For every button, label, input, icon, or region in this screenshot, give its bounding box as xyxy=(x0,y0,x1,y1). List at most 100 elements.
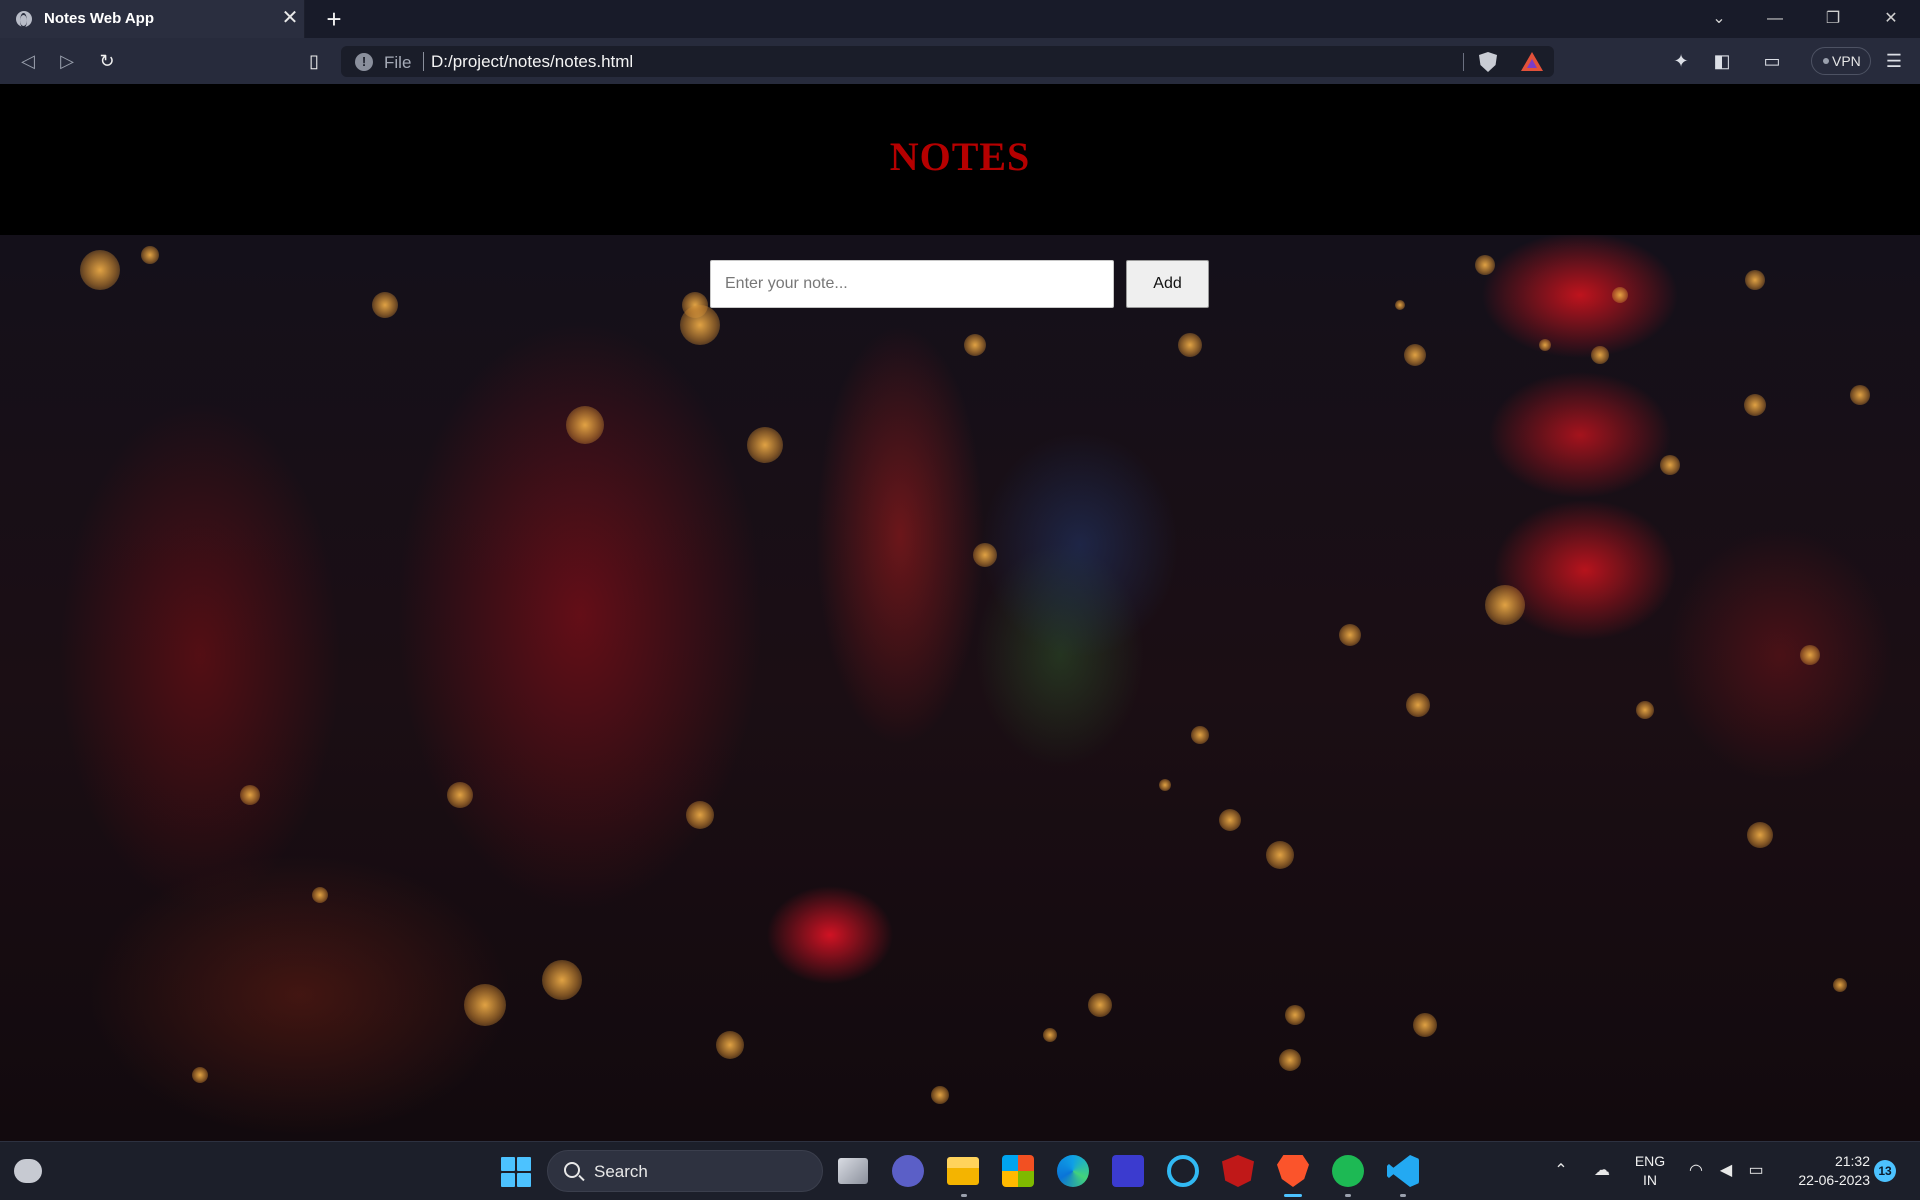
spotify-icon[interactable] xyxy=(1332,1155,1364,1187)
bokeh-light xyxy=(1159,779,1171,791)
brave-rewards-icon[interactable] xyxy=(1521,52,1543,71)
close-window-button[interactable]: ✕ xyxy=(1868,0,1914,38)
running-indicator xyxy=(1345,1194,1351,1197)
bokeh-light xyxy=(747,427,783,463)
bokeh-light xyxy=(964,334,986,356)
bokeh-light xyxy=(931,1086,949,1104)
extensions-icon[interactable]: ✦ xyxy=(1668,48,1694,74)
bokeh-light xyxy=(1088,993,1112,1017)
bokeh-light xyxy=(192,1067,208,1083)
language-code: ENG xyxy=(1634,1153,1666,1169)
bokeh-light xyxy=(1191,726,1209,744)
cortana-icon[interactable] xyxy=(1167,1155,1199,1187)
new-tab-button[interactable]: + xyxy=(321,5,347,33)
taskbar: Search ⌃ ☁ ENG IN ◠ ◀ ▭ 21:32 22-06-2023… xyxy=(0,1141,1920,1200)
region-code: IN xyxy=(1643,1172,1657,1188)
search-label: Search xyxy=(594,1162,648,1181)
tab-search-icon[interactable]: ⌄ xyxy=(1696,0,1742,38)
bokeh-light xyxy=(312,887,328,903)
bokeh-light xyxy=(1800,645,1820,665)
language-indicator[interactable]: ENG IN xyxy=(1630,1152,1670,1190)
reload-icon[interactable]: ↻ xyxy=(93,47,121,75)
bokeh-light xyxy=(1404,344,1426,366)
clock-time: 21:32 xyxy=(1834,1153,1870,1169)
bokeh-light xyxy=(716,1031,744,1059)
address-bar[interactable]: ! File D:/project/notes/notes.html xyxy=(341,46,1554,77)
close-tab-icon[interactable]: ✕ xyxy=(279,7,301,29)
bokeh-light xyxy=(1612,287,1628,303)
active-app-indicator xyxy=(1284,1194,1302,1197)
bokeh-light xyxy=(447,782,473,808)
vpn-label: VPN xyxy=(1832,53,1861,69)
page-body: Add xyxy=(0,235,1920,1141)
bokeh-light xyxy=(1475,255,1495,275)
search-icon xyxy=(564,1162,580,1178)
bokeh-light xyxy=(1406,693,1430,717)
restore-button[interactable]: ❐ xyxy=(1810,0,1856,38)
bokeh-light xyxy=(542,960,582,1000)
url-divider xyxy=(423,52,424,71)
teams-chat-icon[interactable] xyxy=(892,1155,924,1187)
url-text[interactable]: D:/project/notes/notes.html xyxy=(431,52,633,72)
bokeh-light xyxy=(1747,822,1773,848)
vscode-icon[interactable] xyxy=(1387,1155,1419,1187)
bokeh-light xyxy=(80,250,120,290)
tab-title: Notes Web App xyxy=(44,10,155,27)
forward-icon[interactable]: ▷ xyxy=(53,47,81,75)
task-view-icon[interactable] xyxy=(838,1158,868,1184)
windows-start-icon[interactable] xyxy=(501,1157,531,1187)
microsoft-store-icon[interactable] xyxy=(1002,1155,1034,1187)
clock[interactable]: 21:32 22-06-2023 xyxy=(1780,1152,1870,1190)
battery-icon[interactable]: ▭ xyxy=(1746,1161,1766,1181)
bokeh-light xyxy=(1636,701,1654,719)
mcafee-icon[interactable] xyxy=(1222,1155,1254,1187)
clock-date: 22-06-2023 xyxy=(1798,1172,1870,1188)
wifi-icon[interactable]: ◠ xyxy=(1686,1161,1706,1181)
bokeh-light xyxy=(1279,1049,1301,1071)
bokeh-light xyxy=(1745,270,1765,290)
bokeh-light xyxy=(566,406,604,444)
bokeh-light xyxy=(240,785,260,805)
browser-tab[interactable]: Notes Web App ✕ xyxy=(0,0,305,38)
minimize-button[interactable]: — xyxy=(1752,0,1798,38)
sidebar-icon[interactable]: ◧ xyxy=(1709,48,1735,74)
file-explorer-icon[interactable] xyxy=(947,1157,979,1185)
menu-icon[interactable]: ☰ xyxy=(1881,48,1907,74)
bokeh-light xyxy=(680,305,720,345)
brave-icon[interactable] xyxy=(1277,1155,1309,1187)
globe-icon xyxy=(16,11,32,28)
taskbar-search[interactable]: Search xyxy=(547,1150,823,1192)
weather-icon[interactable] xyxy=(14,1159,42,1183)
running-indicator xyxy=(1400,1194,1406,1197)
bokeh-light xyxy=(1413,1013,1437,1037)
bokeh-light xyxy=(141,246,159,264)
vpn-status-dot xyxy=(1823,58,1829,64)
wallet-icon[interactable]: ▭ xyxy=(1759,48,1785,74)
bokeh-light xyxy=(1178,333,1202,357)
bokeh-light xyxy=(1219,809,1241,831)
bokeh-light xyxy=(1285,1005,1305,1025)
bokeh-light xyxy=(1395,300,1405,310)
bokeh-light xyxy=(1485,585,1525,625)
app-icon[interactable] xyxy=(1112,1155,1144,1187)
onedrive-icon[interactable]: ☁ xyxy=(1592,1161,1612,1181)
vpn-button[interactable]: VPN xyxy=(1811,47,1871,75)
bokeh-light xyxy=(1266,841,1294,869)
bokeh-light xyxy=(686,801,714,829)
site-info-icon[interactable]: ! xyxy=(355,53,373,71)
bookmark-icon[interactable]: ▯ xyxy=(300,47,328,75)
bokeh-light xyxy=(1591,346,1609,364)
chevron-up-icon[interactable]: ⌃ xyxy=(1551,1161,1571,1181)
brave-shields-icon[interactable] xyxy=(1479,52,1497,72)
volume-icon[interactable]: ◀ xyxy=(1716,1161,1736,1181)
back-icon[interactable]: ◁ xyxy=(14,47,42,75)
running-indicator xyxy=(961,1194,967,1197)
note-input[interactable] xyxy=(710,260,1114,308)
notification-badge[interactable]: 13 xyxy=(1874,1160,1896,1182)
edge-icon[interactable] xyxy=(1057,1155,1089,1187)
bokeh-light xyxy=(372,292,398,318)
browser-tab-bar: Notes Web App ✕ + ⌄ — ❐ ✕ xyxy=(0,0,1920,38)
bokeh-light xyxy=(1660,455,1680,475)
omnibox-divider xyxy=(1463,53,1464,71)
add-button[interactable]: Add xyxy=(1126,260,1209,308)
